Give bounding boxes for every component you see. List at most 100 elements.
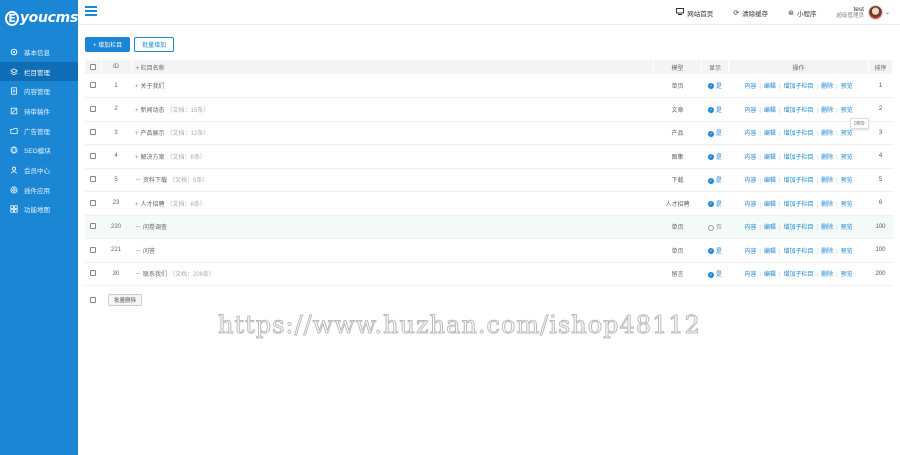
- sidebar-item-6[interactable]: 会员中心: [0, 160, 78, 180]
- sort-input[interactable]: 5: [873, 177, 889, 183]
- sort-input[interactable]: 200: [873, 271, 889, 277]
- expand-toggle[interactable]: －: [135, 272, 141, 278]
- preview-link[interactable]: 预览: [841, 131, 853, 137]
- edit-link[interactable]: 编辑: [764, 272, 776, 278]
- preview-link[interactable]: 预览: [841, 178, 853, 184]
- row-checkbox[interactable]: [90, 105, 96, 112]
- row-checkbox[interactable]: [90, 129, 96, 136]
- clear-cache-link[interactable]: ⟳ 清除缓存: [733, 8, 768, 18]
- sidebar-item-7[interactable]: 插件应用: [0, 180, 78, 200]
- preview-link[interactable]: 预览: [841, 249, 853, 255]
- sort-input[interactable]: 1: [873, 83, 889, 89]
- batch-add-button[interactable]: 批量增加: [134, 37, 175, 52]
- row-checkbox[interactable]: [90, 82, 96, 89]
- visible-toggle[interactable]: ✓ 是: [708, 271, 722, 278]
- user-menu[interactable]: test 超级管理员 ⌄: [836, 5, 890, 20]
- add-subcolumn-link[interactable]: 增加子栏目: [783, 178, 813, 184]
- preview-link[interactable]: 预览: [841, 155, 853, 161]
- delete-link[interactable]: 删除: [821, 131, 833, 137]
- edit-link[interactable]: 编辑: [764, 131, 776, 137]
- preview-link[interactable]: 预览: [841, 202, 853, 208]
- expand-toggle[interactable]: +: [135, 155, 139, 161]
- sort-input[interactable]: 2: [873, 106, 889, 112]
- delete-link[interactable]: 删除: [821, 155, 833, 161]
- content-link[interactable]: 内容: [744, 249, 756, 255]
- preview-link[interactable]: 预览: [841, 84, 853, 90]
- row-checkbox[interactable]: [90, 246, 96, 253]
- visible-toggle[interactable]: ✓ 是: [708, 248, 722, 255]
- expand-toggle[interactable]: +: [135, 131, 139, 137]
- sort-input[interactable]: 100: [873, 247, 889, 253]
- sort-input[interactable]: 100: [873, 224, 889, 230]
- add-subcolumn-link[interactable]: 增加子栏目: [783, 84, 813, 90]
- row-checkbox[interactable]: [90, 199, 96, 206]
- delete-link[interactable]: 删除: [821, 249, 833, 255]
- delete-link[interactable]: 删除: [821, 178, 833, 184]
- logo[interactable]: E youcms: [0, 0, 78, 36]
- delete-link[interactable]: 删除: [821, 108, 833, 114]
- expand-toggle[interactable]: +: [135, 84, 139, 90]
- preview-link[interactable]: 预览: [841, 108, 853, 114]
- visible-toggle[interactable]: ✓ 是: [708, 130, 722, 137]
- bottom-select-all-checkbox[interactable]: [90, 297, 96, 303]
- row-checkbox[interactable]: [90, 223, 96, 230]
- sidebar-item-8[interactable]: 功能地图: [0, 200, 78, 220]
- edit-link[interactable]: 编辑: [764, 108, 776, 114]
- edit-link[interactable]: 编辑: [764, 202, 776, 208]
- visible-toggle[interactable]: ✓ 是: [708, 83, 722, 90]
- add-column-button[interactable]: + 增加栏目: [85, 37, 131, 52]
- row-checkbox[interactable]: [90, 270, 96, 277]
- header-name[interactable]: + 栏目名称: [131, 60, 654, 74]
- sort-input[interactable]: 4: [873, 153, 889, 159]
- content-link[interactable]: 内容: [744, 131, 756, 137]
- visible-toggle[interactable]: ✓ 是: [708, 154, 722, 161]
- sidebar-item-3[interactable]: 待审稿件: [0, 101, 78, 121]
- content-link[interactable]: 内容: [744, 155, 756, 161]
- expand-toggle[interactable]: +: [135, 202, 139, 208]
- avatar[interactable]: [867, 5, 883, 20]
- add-subcolumn-link[interactable]: 增加子栏目: [783, 272, 813, 278]
- content-link[interactable]: 内容: [744, 108, 756, 114]
- expand-toggle[interactable]: －: [135, 249, 141, 255]
- sidebar-item-5[interactable]: SEO模块: [0, 140, 78, 160]
- batch-delete-button[interactable]: 批量删除: [108, 294, 143, 306]
- sidebar-item-4[interactable]: 广告管理: [0, 121, 78, 141]
- row-checkbox[interactable]: [90, 176, 96, 183]
- add-subcolumn-link[interactable]: 增加子栏目: [783, 155, 813, 161]
- sidebar-item-2[interactable]: 内容管理: [0, 81, 78, 101]
- content-link[interactable]: 内容: [744, 272, 756, 278]
- expand-toggle[interactable]: +: [135, 108, 139, 114]
- visible-toggle[interactable]: ✓ 是: [708, 201, 722, 208]
- preview-link[interactable]: 预览: [841, 272, 853, 278]
- sort-input[interactable]: 3: [873, 130, 889, 136]
- sidebar-item-1[interactable]: 栏目管理: [0, 61, 78, 82]
- add-subcolumn-link[interactable]: 增加子栏目: [783, 225, 813, 231]
- select-all-checkbox[interactable]: [89, 63, 96, 70]
- edit-link[interactable]: 编辑: [764, 249, 776, 255]
- content-link[interactable]: 内容: [744, 202, 756, 208]
- add-subcolumn-link[interactable]: 增加子栏目: [783, 249, 813, 255]
- delete-link[interactable]: 删除: [821, 84, 833, 90]
- edit-link[interactable]: 编辑: [764, 84, 776, 90]
- add-subcolumn-link[interactable]: 增加子栏目: [783, 202, 813, 208]
- sort-input[interactable]: 6: [873, 200, 889, 206]
- delete-link[interactable]: 删除: [821, 272, 833, 278]
- expand-toggle[interactable]: －: [135, 178, 141, 184]
- chevron-down-icon[interactable]: ⌄: [885, 9, 890, 16]
- home-link[interactable]: 网站首页: [676, 8, 713, 18]
- content-link[interactable]: 内容: [744, 225, 756, 231]
- visible-toggle[interactable]: ✓ 是: [708, 177, 722, 184]
- add-subcolumn-link[interactable]: 增加子栏目: [783, 131, 813, 137]
- mini-program-link[interactable]: ⊛ 小程序: [788, 8, 816, 18]
- edit-link[interactable]: 编辑: [764, 178, 776, 184]
- delete-link[interactable]: 删除: [821, 225, 833, 231]
- visible-toggle[interactable]: ✓ 是: [708, 107, 722, 114]
- visible-toggle[interactable]: 否: [708, 224, 722, 231]
- preview-link[interactable]: 预览: [841, 225, 853, 231]
- delete-link[interactable]: 删除: [821, 202, 833, 208]
- sidebar-item-0[interactable]: 基本信息: [0, 42, 78, 62]
- content-link[interactable]: 内容: [744, 84, 756, 90]
- menu-toggle-icon[interactable]: [85, 6, 97, 16]
- content-link[interactable]: 内容: [744, 178, 756, 184]
- add-subcolumn-link[interactable]: 增加子栏目: [783, 108, 813, 114]
